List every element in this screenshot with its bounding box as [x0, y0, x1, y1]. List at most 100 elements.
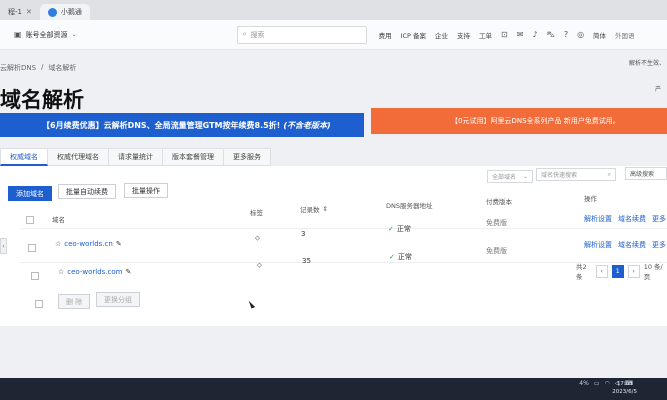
domain-link[interactable]: ceo-worlds.cn: [64, 240, 113, 248]
search-placeholder: 域名快速搜索: [541, 172, 578, 179]
breadcrumb: 云解析DNS / 域名解析: [0, 63, 76, 73]
column-header-plan: 付费版本: [486, 198, 512, 206]
total-count: 共2条: [576, 263, 587, 281]
tag-icon[interactable]: ⬦: [255, 234, 260, 243]
row-checkbox[interactable]: [28, 244, 36, 252]
select-all-checkbox[interactable]: [26, 216, 34, 224]
product-link[interactable]: 产: [655, 84, 661, 93]
star-icon[interactable]: ☆: [55, 240, 61, 248]
breadcrumb-dns[interactable]: 云解析DNS: [0, 63, 36, 73]
domain-filter-select[interactable]: 全部域名 ⌄: [487, 170, 533, 183]
breadcrumb-domain-resolution: 域名解析: [48, 64, 77, 72]
filter-select-label: 全部域名: [492, 174, 517, 181]
chevron-down-icon: ⌄: [71, 31, 77, 38]
bell-icon[interactable]: ♪: [532, 30, 537, 39]
clock-time: 17:05: [616, 381, 633, 387]
help-icon[interactable]: ?: [564, 30, 568, 39]
prev-page-icon[interactable]: ‹: [595, 264, 608, 278]
footer-select-checkbox[interactable]: [35, 300, 43, 308]
more-dropdown[interactable]: 更多: [652, 240, 666, 250]
advanced-search-button[interactable]: 高级搜索: [625, 167, 667, 180]
search-icon: ⌕: [242, 30, 247, 38]
nav-link-fees[interactable]: 费用: [379, 30, 392, 40]
browser-tab-2[interactable]: 小鹅通: [39, 4, 90, 20]
resolve-settings-link[interactable]: 解析设置: [584, 240, 612, 250]
tab-plan-management[interactable]: 版本套餐管理: [163, 148, 224, 166]
records-header-label: 记录数: [300, 206, 320, 214]
sort-icon: ⇕: [322, 205, 328, 213]
resolve-settings-link[interactable]: 解析设置: [584, 214, 612, 224]
record-count[interactable]: 35: [302, 257, 311, 265]
user-side-text[interactable]: 外国语: [615, 30, 635, 40]
close-icon[interactable]: ✕: [26, 8, 32, 16]
help-link[interactable]: 解析不生效、: [629, 58, 665, 67]
account-resource-selector[interactable]: ▣ 账号全部资源 ⌄: [14, 30, 77, 40]
column-header-records[interactable]: 记录数 ⇕: [300, 204, 328, 214]
tab-more-services[interactable]: 更多服务: [224, 148, 271, 166]
page-size-select[interactable]: 10 条/页: [644, 261, 667, 281]
search-placeholder: 搜索: [250, 30, 265, 39]
tab-label: 程-1: [8, 8, 22, 16]
tab-proxy-domains[interactable]: 权威代理域名: [48, 148, 109, 166]
row-checkbox[interactable]: [31, 272, 39, 280]
domain-search-input[interactable]: 域名快速搜索 ⌕: [536, 168, 616, 181]
side-collapse-icon[interactable]: ‹: [0, 238, 7, 254]
batch-operations-button[interactable]: 批量操作: [124, 183, 168, 198]
browser-tab-1[interactable]: 程-1 ✕: [0, 4, 40, 20]
system-clock[interactable]: 17:05 2023/6/5: [612, 380, 637, 396]
console-topnav: ▣ 账号全部资源 ⌄ ⌕ 搜索 费用 ICP 备案 企业 支持 工单 ⊡ ✉ ♪…: [0, 20, 667, 50]
dns-status-label: 正常: [396, 225, 411, 233]
language-label[interactable]: 简体: [593, 30, 606, 40]
wifi-icon[interactable]: ◠: [604, 380, 609, 387]
pagination: 共2条 ‹ 1 › 10 条/页: [576, 261, 667, 281]
change-group-button[interactable]: 更换分组: [96, 292, 140, 307]
globe-icon[interactable]: ◎: [577, 30, 584, 39]
plan-version: 免费版: [486, 219, 507, 227]
nav-link-icp[interactable]: ICP 备案: [401, 30, 426, 40]
tag-icon[interactable]: ⬦: [257, 261, 262, 270]
cart-icon[interactable]: ⛍: [547, 30, 555, 40]
dns-status-label: 正常: [397, 253, 412, 261]
breadcrumb-separator: /: [41, 63, 44, 71]
column-header-domain: 域名: [52, 216, 65, 224]
table-row: ☆ ceo-worlds.com ✎: [58, 268, 131, 276]
batch-auto-renew-button[interactable]: 批量自动续费: [58, 184, 116, 199]
star-icon[interactable]: ☆: [58, 268, 64, 276]
check-circle-icon: ✓: [389, 253, 395, 261]
delete-button[interactable]: 删 除: [58, 294, 91, 309]
battery-icon[interactable]: ▭: [594, 380, 600, 387]
banner-text: 【0元试用】阿里云DNS全系列产品 新用户免费试用。: [451, 117, 620, 125]
page-number[interactable]: 1: [611, 264, 624, 278]
account-label: 账号全部资源: [25, 30, 68, 39]
nav-link-ticket[interactable]: 工单: [479, 30, 492, 40]
resource-icon: ▣: [14, 30, 22, 39]
banner-text: 【6月续费优惠】云解析DNS、全局流量管理GTM按年续费8.5折!: [42, 120, 281, 130]
nav-links: 费用 ICP 备案 企业 支持 工单 ⊡ ✉ ♪ ⛍ ? ◎ 简体 外国语: [379, 30, 635, 40]
mail-icon[interactable]: ✉: [517, 30, 524, 39]
tab-authoritative-domains[interactable]: 权威域名: [0, 148, 48, 166]
row-divider: [20, 262, 667, 263]
domain-link[interactable]: ceo-worlds.com: [67, 268, 122, 276]
tab-request-stats[interactable]: 请求量统计: [109, 148, 163, 166]
renew-domain-link[interactable]: 域名续费: [618, 214, 646, 224]
renew-domain-link[interactable]: 域名续费: [618, 240, 646, 250]
dns-status: ✓ 正常: [388, 224, 411, 234]
edit-icon[interactable]: ✎: [116, 240, 122, 248]
edit-icon[interactable]: ✎: [125, 268, 131, 276]
record-count[interactable]: 3: [301, 230, 305, 238]
promo-banner-renewal[interactable]: 【6月续费优惠】云解析DNS、全局流量管理GTM按年续费8.5折! (不含老版本…: [0, 113, 364, 137]
main-tabs: 权威域名 权威代理域名 请求量统计 版本套餐管理 更多服务: [0, 148, 271, 166]
add-domain-button[interactable]: 添加域名: [8, 186, 52, 201]
search-input[interactable]: ⌕ 搜索: [236, 25, 367, 44]
browser-tab-bar: 程-1 ✕ 小鹅通: [0, 0, 667, 20]
next-page-icon[interactable]: ›: [627, 264, 640, 278]
nav-link-enterprise[interactable]: 企业: [435, 30, 448, 40]
more-dropdown[interactable]: 更多: [652, 214, 666, 224]
terminal-icon[interactable]: ⊡: [501, 30, 508, 39]
app-logo-icon: [47, 7, 57, 17]
os-taskbar: 4% ▭ ◠ ◁ ⌨ 17:05 2023/6/5: [0, 378, 667, 400]
promo-banner-trial[interactable]: 【0元试用】阿里云DNS全系列产品 新用户免费试用。: [371, 108, 667, 134]
nav-link-support[interactable]: 支持: [457, 30, 470, 40]
row-operations: 解析设置 域名续费 更多: [584, 240, 666, 250]
column-header-dns: DNS服务器地址: [386, 202, 433, 210]
